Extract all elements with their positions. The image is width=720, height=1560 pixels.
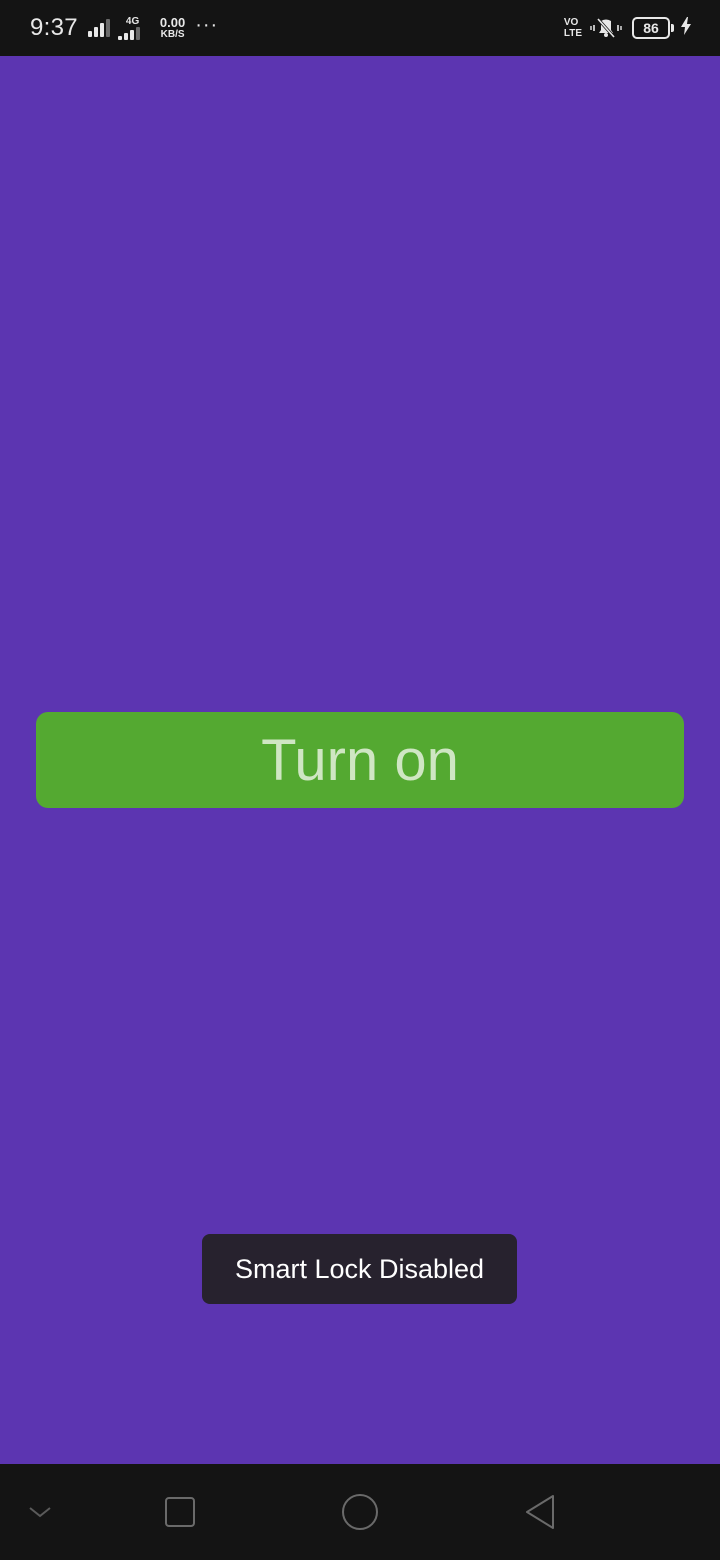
signal-strength-2-icon [117, 26, 142, 40]
screen: 9:37 4G 0.00 KB/S ··· VO LTE 86 Turn on … [0, 0, 720, 1560]
battery-icon: 86 [632, 17, 674, 39]
charging-bolt-icon [680, 16, 692, 40]
turn-on-button[interactable]: Turn on [36, 712, 684, 808]
more-notifications-icon: ··· [195, 13, 219, 36]
vibrate-mute-icon [590, 16, 622, 40]
network-speed-value: 0.00 [159, 15, 186, 30]
toast-text: Smart Lock Disabled [234, 1253, 485, 1284]
status-time: 9:37 [30, 14, 78, 41]
app-content: Turn on Smart Lock Disabled [0, 56, 720, 1464]
mobile-data-4g-icon: 4G [117, 15, 148, 40]
network-speed-unit: KB/S [160, 29, 185, 40]
back-triangle-icon[interactable] [512, 1484, 568, 1540]
volte-bottom-label: LTE [563, 28, 582, 39]
status-bar-right: VO LTE 86 [564, 0, 692, 56]
chevron-down-icon[interactable] [12, 1484, 68, 1540]
signal-strength-icon [87, 19, 112, 37]
network-type-label: 4G [125, 15, 140, 27]
recents-square-icon[interactable] [152, 1484, 208, 1540]
network-speed: 0.00 KB/S [160, 16, 185, 40]
navigation-bar [0, 1464, 720, 1560]
status-bar: 9:37 4G 0.00 KB/S ··· VO LTE 86 [0, 0, 720, 56]
home-circle-icon[interactable] [332, 1484, 388, 1540]
toast-message: Smart Lock Disabled [202, 1234, 517, 1304]
volte-top-label: VO [563, 17, 579, 28]
status-bar-left: 9:37 4G 0.00 KB/S ··· [30, 0, 218, 56]
battery-level: 86 [632, 17, 670, 39]
volte-icon: VO LTE [564, 17, 582, 39]
